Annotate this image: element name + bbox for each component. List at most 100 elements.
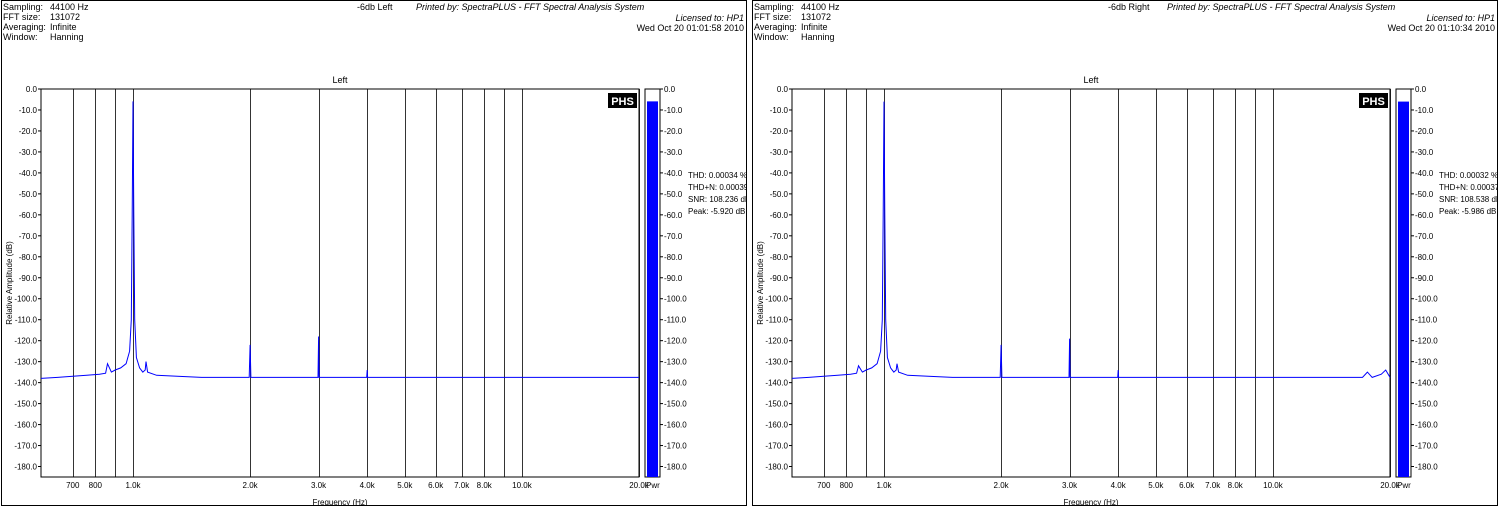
pwr-tick-label: -50.0 xyxy=(664,190,683,199)
pwr-tick-label: -180.0 xyxy=(664,463,687,472)
pwr-bar-fill xyxy=(1398,101,1409,477)
y-tick-label: 0.0 xyxy=(26,85,38,94)
pwr-tick-label: -40.0 xyxy=(664,169,683,178)
pwr-tick-label: 0.0 xyxy=(1415,85,1427,94)
y-tick-label: -90.0 xyxy=(19,274,38,283)
pwr-tick-label: -90.0 xyxy=(1415,274,1434,283)
pwr-bar-label: Pwr xyxy=(646,481,660,490)
x-tick-label: 2.0k xyxy=(243,481,259,490)
spectrum-panel-right: Sampling: 44100 Hz FFT size: 131072 Aver… xyxy=(752,0,1498,506)
y-tick-label: -50.0 xyxy=(19,190,38,199)
x-tick-label: 2.0k xyxy=(994,481,1010,490)
pwr-tick-label: -140.0 xyxy=(1415,379,1438,388)
x-tick-label: 5.0k xyxy=(1148,481,1164,490)
pwr-tick-label: -160.0 xyxy=(664,421,687,430)
x-tick-label: 7.0k xyxy=(454,481,470,490)
pwr-tick-label: -170.0 xyxy=(664,442,687,451)
y-tick-label: -100.0 xyxy=(14,295,37,304)
pwr-tick-label: -10.0 xyxy=(1415,106,1434,115)
x-tick-label: 4.0k xyxy=(360,481,376,490)
y-tick-label: -80.0 xyxy=(770,253,789,262)
x-tick-label: 4.0k xyxy=(1111,481,1127,490)
x-axis-label: Frequency (Hz) xyxy=(312,498,367,505)
plot-area xyxy=(791,88,1391,478)
y-tick-label: -130.0 xyxy=(14,358,37,367)
x-tick-label: 800 xyxy=(89,481,103,490)
pwr-tick-label: 0.0 xyxy=(664,85,676,94)
spectrum-chart: Left 0.0 -10.0 -20.0 -30.0 -40.0 -50.0 -60.0 -70… xyxy=(5,75,746,505)
pwr-tick-label: -20.0 xyxy=(1415,127,1434,136)
pwr-tick-label: -100.0 xyxy=(1415,295,1438,304)
x-tick-label: 6.0k xyxy=(1179,481,1195,490)
y-tick-label: -160.0 xyxy=(765,421,788,430)
pwr-tick-label: -30.0 xyxy=(1415,148,1434,157)
pwr-bar-label: Pwr xyxy=(1397,481,1411,490)
stat-peak: Peak: -5.986 dB xyxy=(1439,207,1496,216)
x-tick-label: 5.0k xyxy=(397,481,413,490)
y-tick-label: -10.0 xyxy=(19,106,38,115)
y-tick-label: -170.0 xyxy=(14,442,37,451)
x-tick-label: 10.0k xyxy=(512,481,533,490)
x-tick-label: 1.0k xyxy=(125,481,141,490)
pwr-tick-label: -10.0 xyxy=(664,106,683,115)
pwr-bar-fill xyxy=(647,101,658,477)
y-tick-label: -50.0 xyxy=(770,190,789,199)
pwr-tick-label: -130.0 xyxy=(664,358,687,367)
pwr-tick-label: -150.0 xyxy=(664,400,687,409)
x-tick-label: 8.0k xyxy=(477,481,493,490)
y-tick-label: -110.0 xyxy=(766,316,789,325)
stat-thd: THD: 0.00032 % xyxy=(1439,171,1497,180)
pwr-tick-label: -70.0 xyxy=(664,232,683,241)
y-tick-label: -70.0 xyxy=(770,232,789,241)
pwr-tick-label: -90.0 xyxy=(664,274,683,283)
y-tick-label: -10.0 xyxy=(770,106,789,115)
y-tick-label: 0.0 xyxy=(777,85,789,94)
y-tick-label: -30.0 xyxy=(770,148,789,157)
phs-logo: PHS xyxy=(608,93,637,108)
stat-thdn: THD+N: 0.00039 xyxy=(688,183,746,192)
spectrum-panel-left: Sampling: 44100 Hz FFT size: 131072 Aver… xyxy=(1,0,747,506)
x-tick-label: 3.0k xyxy=(1062,481,1078,490)
pwr-tick-label: -80.0 xyxy=(664,253,683,262)
y-axis-label: Relative Amplitude (dB) xyxy=(756,241,765,325)
pwr-tick-label: -40.0 xyxy=(1415,169,1434,178)
x-tick-label: 3.0k xyxy=(311,481,327,490)
y-tick-label: -120.0 xyxy=(14,337,37,346)
pwr-tick-label: -140.0 xyxy=(664,379,687,388)
y-tick-label: -120.0 xyxy=(765,337,788,346)
spectrum-chart: Left 0.0 -10.0 -20.0 -30.0 -40.0 -50.0 -60.0 -70… xyxy=(756,75,1497,505)
y-tick-label: -20.0 xyxy=(19,127,38,136)
y-tick-label: -60.0 xyxy=(770,211,789,220)
pwr-tick-label: -160.0 xyxy=(1415,421,1438,430)
pwr-tick-label: -20.0 xyxy=(664,127,683,136)
y-tick-label: -40.0 xyxy=(770,169,789,178)
pwr-tick-label: -120.0 xyxy=(1415,337,1438,346)
y-tick-label: -80.0 xyxy=(19,253,38,262)
y-tick-label: -60.0 xyxy=(19,211,38,220)
plot-area xyxy=(40,88,640,478)
x-tick-label: 1.0k xyxy=(876,481,892,490)
pwr-tick-label: -120.0 xyxy=(664,337,687,346)
chart-title: Left xyxy=(332,75,348,85)
y-tick-label: -140.0 xyxy=(14,379,37,388)
y-tick-label: -110.0 xyxy=(15,316,38,325)
stat-thd: THD: 0.00034 % xyxy=(688,171,746,180)
x-tick-label: 8.0k xyxy=(1228,481,1244,490)
x-tick-label: 6.0k xyxy=(428,481,444,490)
pwr-tick-label: -130.0 xyxy=(1415,358,1438,367)
y-tick-label: -160.0 xyxy=(14,421,37,430)
y-tick-label: -140.0 xyxy=(765,379,788,388)
phs-logo: PHS xyxy=(1359,93,1388,108)
x-tick-label: 700 xyxy=(66,481,80,490)
pwr-tick-label: -110.0 xyxy=(664,316,687,325)
pwr-tick-label: -60.0 xyxy=(1415,211,1434,220)
phs-logo-text: PHS xyxy=(611,96,634,108)
y-tick-label: -100.0 xyxy=(765,295,788,304)
stat-thdn: THD+N: 0.00037 xyxy=(1439,183,1497,192)
pwr-tick-label: -50.0 xyxy=(1415,190,1434,199)
pwr-tick-label: -110.0 xyxy=(1415,316,1438,325)
pwr-tick-label: -60.0 xyxy=(664,211,683,220)
pwr-tick-label: -150.0 xyxy=(1415,400,1438,409)
y-tick-label: -170.0 xyxy=(765,442,788,451)
pwr-tick-label: -100.0 xyxy=(664,295,687,304)
